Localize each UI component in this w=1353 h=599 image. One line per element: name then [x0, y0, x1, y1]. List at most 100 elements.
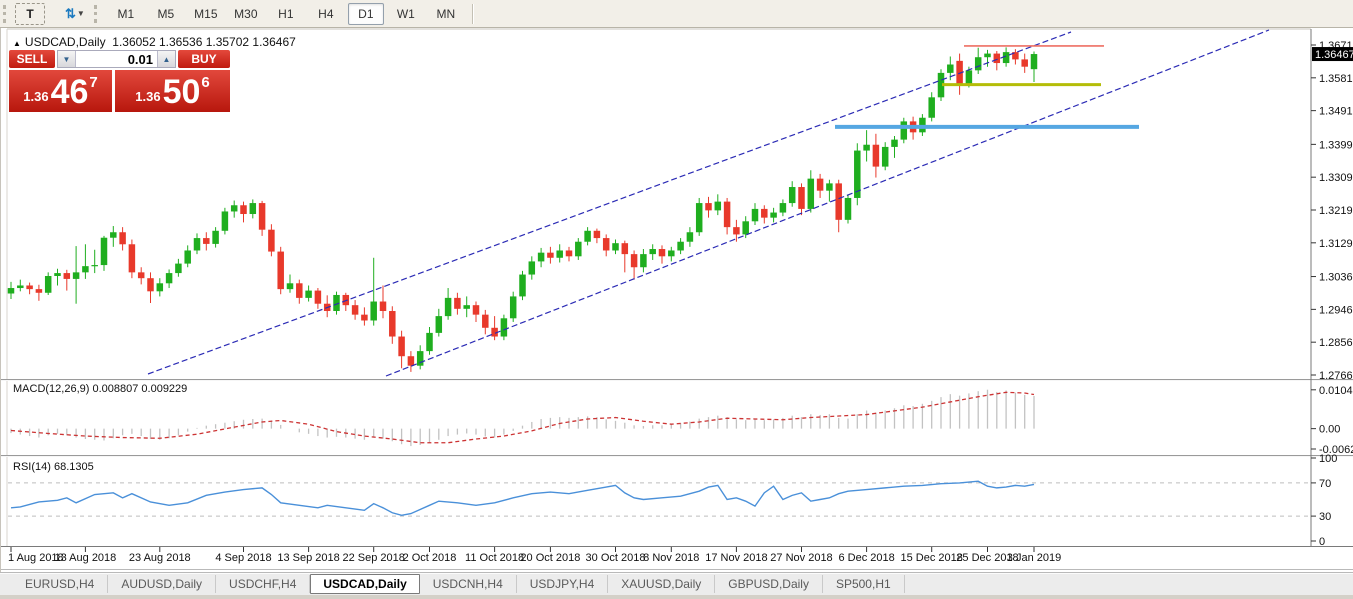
- candle-body: [789, 187, 796, 203]
- candle-body: [26, 285, 32, 289]
- candle-body: [417, 351, 424, 366]
- timeframe-button-m30[interactable]: M30: [228, 3, 264, 25]
- axis-label: 17 Nov 2018: [705, 552, 767, 564]
- candle-body: [482, 315, 489, 328]
- candle-body: [863, 145, 870, 151]
- buy-button[interactable]: BUY: [178, 50, 230, 68]
- volume-input[interactable]: 0.01: [76, 51, 157, 67]
- axis-label: 8 Nov 2018: [643, 552, 699, 564]
- candle-body: [445, 298, 452, 316]
- candle-body: [389, 311, 396, 337]
- timeframe-button-mn[interactable]: MN: [428, 3, 464, 25]
- candle-body: [556, 250, 563, 257]
- sell-price-sup: 7: [89, 74, 97, 91]
- chart-tab-usdcad-daily[interactable]: USDCAD,Daily: [310, 574, 419, 594]
- collapse-triangle-icon[interactable]: ▲: [13, 39, 21, 48]
- candle-body: [426, 333, 433, 351]
- volume-decrease-button[interactable]: ▼: [58, 51, 76, 67]
- candle-body: [510, 296, 517, 318]
- candle-body: [212, 231, 219, 244]
- chart-tab-usdcnh-h4[interactable]: USDCNH,H4: [420, 575, 517, 593]
- candle-body: [231, 205, 238, 211]
- candle-body: [64, 273, 71, 279]
- trendline[interactable]: [148, 32, 1071, 374]
- axis-label: 1.29465: [1319, 304, 1353, 316]
- timeframe-button-h1[interactable]: H1: [268, 3, 304, 25]
- one-click-trade-panel: SELL ▼ 0.01 ▲ BUY 1.36 46 7 1.36 50 6: [9, 50, 230, 112]
- chart-tab-audusd-daily[interactable]: AUDUSD,Daily: [108, 575, 216, 593]
- toolbar-separator: [472, 4, 474, 24]
- candle-body: [659, 249, 666, 256]
- candle-body: [873, 145, 880, 167]
- sell-price-panel[interactable]: 1.36 46 7: [9, 70, 112, 112]
- timeframe-button-w1[interactable]: W1: [388, 3, 424, 25]
- timeframe-button-m1[interactable]: M1: [108, 3, 144, 25]
- chart-tab-usdchf-h4[interactable]: USDCHF,H4: [216, 575, 310, 593]
- candle-body: [882, 147, 889, 167]
- volume-increase-button[interactable]: ▲: [157, 51, 175, 67]
- candle-body: [770, 213, 777, 218]
- toolbar-grip-2[interactable]: [94, 5, 102, 23]
- candle-body: [352, 305, 359, 314]
- candle-body: [250, 203, 256, 214]
- candle-body: [175, 264, 182, 273]
- bottom-strip: [0, 595, 1353, 599]
- axis-label: 1.34915: [1319, 106, 1353, 118]
- chart-tab-eurusd-h4[interactable]: EURUSD,H4: [12, 575, 108, 593]
- toolbar-grip[interactable]: [3, 5, 11, 23]
- candle-body: [315, 291, 322, 304]
- mt4-window: T ⇅ ▼ M1M5M15M30H1H4D1W1MN 1.367151.3581…: [0, 0, 1353, 599]
- candle-body: [947, 65, 954, 73]
- axis-label: 100: [1319, 453, 1337, 465]
- chart-tab-sp500-h1[interactable]: SP500,H1: [823, 575, 905, 593]
- candle-body: [975, 57, 982, 70]
- candle-body: [268, 230, 275, 252]
- timeframe-button-d1[interactable]: D1: [348, 3, 384, 25]
- trendline[interactable]: [386, 30, 1269, 376]
- buy-price-panel[interactable]: 1.36 50 6: [115, 70, 230, 112]
- candle-body: [501, 318, 508, 336]
- axis-label: 30 Oct 2018: [586, 552, 646, 564]
- buy-price-sup: 6: [201, 74, 209, 91]
- axis-label: 1.30365: [1319, 272, 1353, 284]
- timeframe-button-m15[interactable]: M15: [188, 3, 224, 25]
- candle-body: [640, 254, 647, 267]
- candle-body: [761, 209, 768, 218]
- timeframe-button-m5[interactable]: M5: [148, 3, 184, 25]
- candle-body: [891, 140, 898, 147]
- candle-body: [603, 238, 610, 250]
- candle-body: [901, 121, 908, 139]
- candle-body: [752, 209, 759, 221]
- candle-body: [780, 203, 787, 212]
- axis-label: 23 Aug 2018: [129, 552, 191, 564]
- candle-body: [733, 227, 740, 234]
- timeframe-button-h4[interactable]: H4: [308, 3, 344, 25]
- sell-button[interactable]: SELL: [9, 50, 55, 68]
- candle-body: [454, 298, 461, 309]
- candle-body: [798, 187, 805, 209]
- axis-label: 13 Aug 2018: [55, 552, 117, 564]
- macd-signal-line: [11, 392, 1034, 442]
- candle-body: [203, 238, 210, 244]
- chart-tab-usdjpy-h4[interactable]: USDJPY,H4: [517, 575, 608, 593]
- candle-body: [36, 289, 43, 293]
- candle-body: [808, 179, 815, 209]
- chevron-down-icon[interactable]: ▼: [77, 9, 85, 18]
- candle-body: [82, 266, 89, 272]
- chart-ohlc: 1.36052 1.36536 1.35702 1.36467: [112, 35, 296, 49]
- new-order-button[interactable]: ⇅ ▼: [59, 3, 91, 25]
- chart-tab-gbpusd-daily[interactable]: GBPUSD,Daily: [715, 575, 823, 593]
- text-tool-button[interactable]: T: [15, 3, 45, 25]
- candle-body: [110, 232, 117, 237]
- axis-label: 0: [1319, 536, 1325, 548]
- candle-body: [277, 252, 284, 290]
- sell-price-main: 1.36: [23, 89, 48, 104]
- candle-body: [240, 205, 247, 214]
- order-arrows-icon: ⇅: [65, 6, 75, 22]
- buy-price-main: 1.36: [135, 89, 160, 104]
- chart-tab-bar: EURUSD,H4AUDUSD,DailyUSDCHF,H4USDCAD,Dai…: [0, 572, 1353, 595]
- candle-body: [612, 243, 619, 250]
- chart-tab-xauusd-daily[interactable]: XAUUSD,Daily: [608, 575, 715, 593]
- candle-body: [1031, 54, 1038, 69]
- candle-body: [529, 261, 536, 274]
